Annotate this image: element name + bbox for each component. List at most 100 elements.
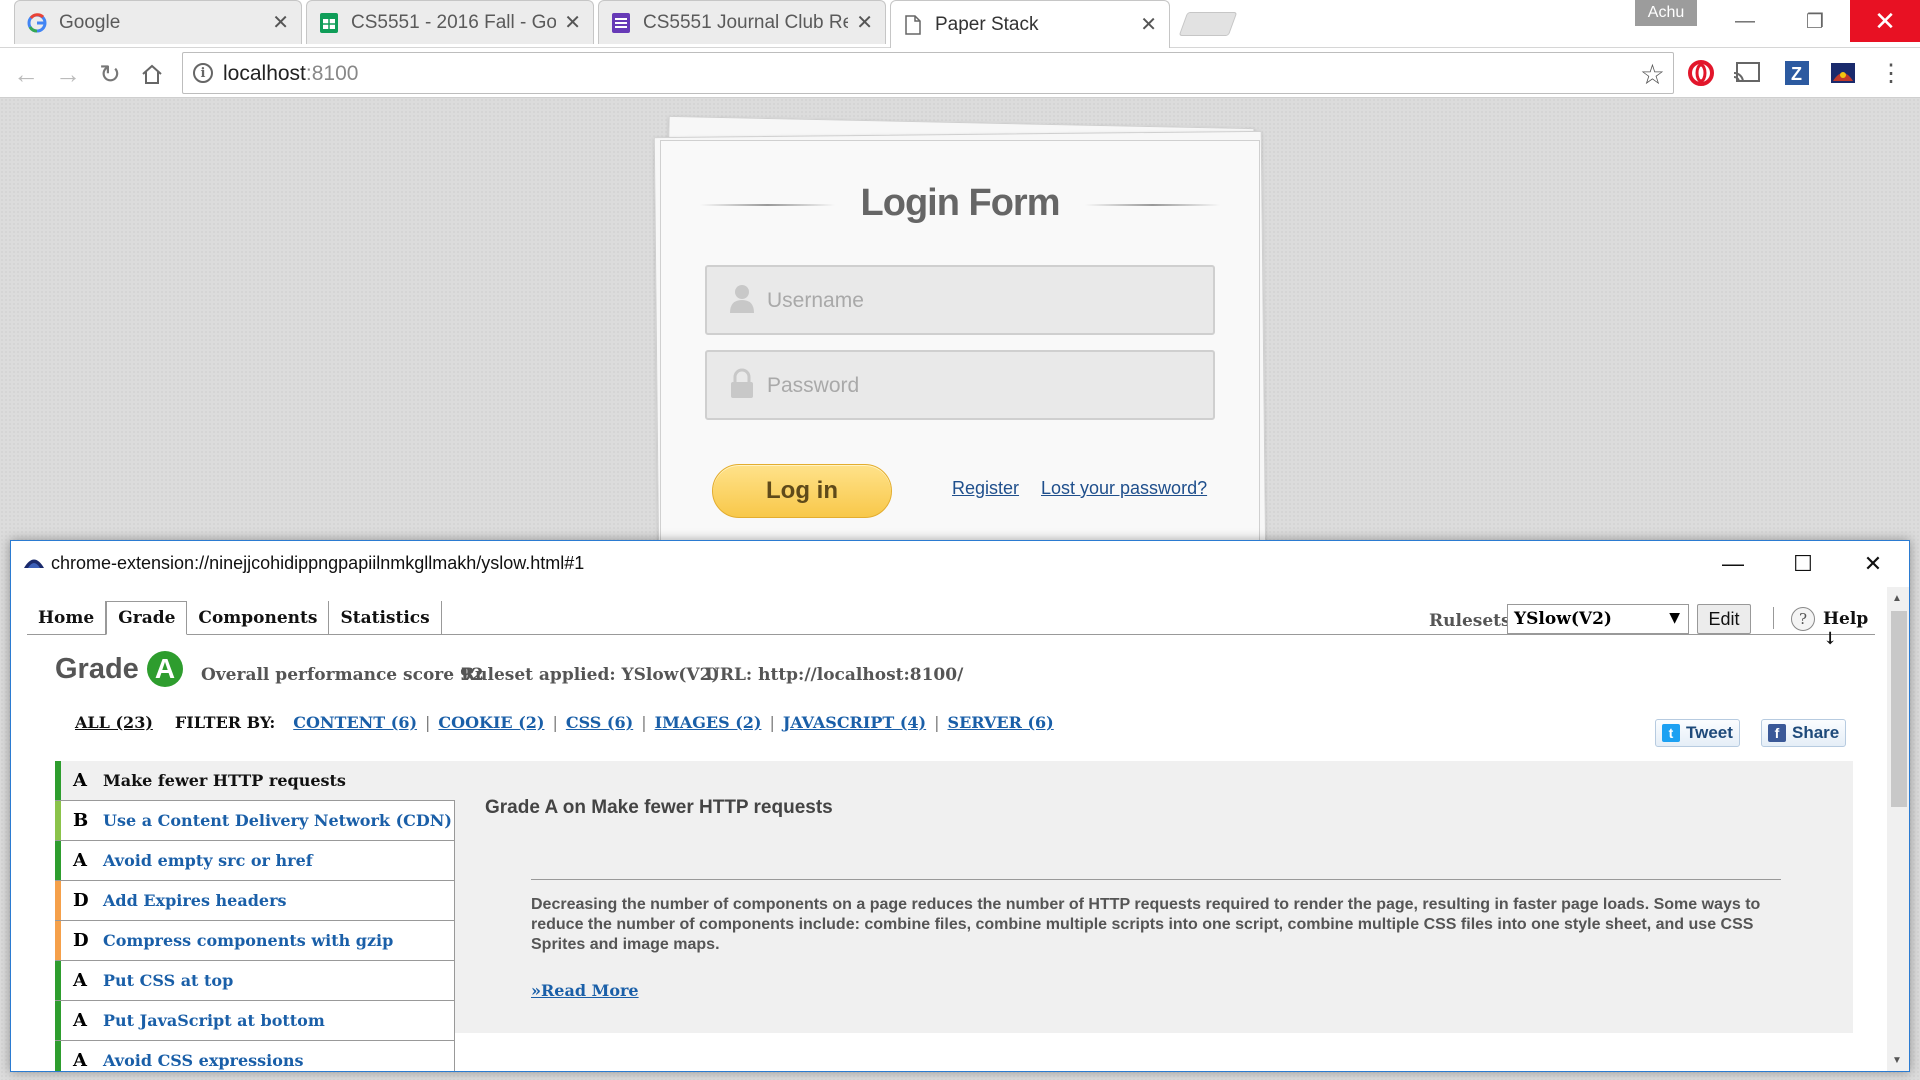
tab-title: CS5551 - 2016 Fall - Goo xyxy=(351,11,557,33)
tweet-button[interactable]: t Tweet xyxy=(1655,719,1740,747)
filter-server[interactable]: SERVER (6) xyxy=(948,713,1054,732)
profile-badge[interactable]: Achu xyxy=(1635,0,1697,26)
grade-color-bar xyxy=(55,881,61,920)
tab-title: Google xyxy=(59,11,121,33)
zotero-icon[interactable]: Z xyxy=(1782,58,1812,88)
rule-item[interactable]: D Add Expires headers xyxy=(55,881,455,921)
title-divider-right xyxy=(1085,204,1220,206)
tab-google[interactable]: Google ✕ xyxy=(14,0,302,44)
filter-label: FILTER BY: xyxy=(174,713,276,732)
close-tab-icon[interactable]: ✕ xyxy=(1140,12,1157,37)
yslow-tabs: Home Grade Components Statistics xyxy=(27,601,442,635)
grade-color-bar xyxy=(55,841,61,880)
rule-item[interactable]: A Make fewer HTTP requests xyxy=(55,761,455,801)
rule-grade: A xyxy=(73,850,87,871)
grade-heading: Grade xyxy=(55,653,139,685)
tab-divider xyxy=(27,634,1875,635)
filter-separator: | xyxy=(552,713,558,732)
yslow-window-url: chrome-extension://ninejjcohidippngpapii… xyxy=(51,553,585,573)
help-link[interactable]: Help ↓ xyxy=(1823,609,1887,649)
read-more-link[interactable]: »Read More xyxy=(531,981,639,1000)
password-field[interactable]: Password xyxy=(705,350,1215,420)
maximize-icon[interactable]: ☐ xyxy=(1773,545,1833,583)
close-tab-icon[interactable]: ✕ xyxy=(564,10,581,35)
close-window-icon[interactable]: ✕ xyxy=(1850,0,1920,42)
filter-content[interactable]: CONTENT (6) xyxy=(293,713,417,732)
edit-ruleset-button[interactable]: Edit xyxy=(1697,604,1751,634)
restore-icon[interactable]: ❐ xyxy=(1780,0,1850,42)
username-placeholder: Username xyxy=(767,289,864,312)
page-icon xyxy=(903,14,923,35)
minimize-icon[interactable]: — xyxy=(1703,545,1763,583)
filter-images[interactable]: IMAGES (2) xyxy=(655,713,762,732)
tab-sheets[interactable]: CS5551 - 2016 Fall - Goo ✕ xyxy=(306,0,594,44)
rule-item[interactable]: D Compress components with gzip xyxy=(55,921,455,961)
scrollbar-thumb[interactable] xyxy=(1891,611,1907,807)
site-info-icon[interactable]: i xyxy=(193,63,213,83)
lock-icon xyxy=(731,368,753,398)
filter-separator: | xyxy=(934,713,940,732)
tab-paper-stack[interactable]: Paper Stack ✕ xyxy=(890,0,1170,48)
menu-dots-icon[interactable]: ⋮ xyxy=(1876,58,1906,88)
login-button[interactable]: Log in xyxy=(712,464,892,518)
help-icon[interactable]: ? xyxy=(1791,607,1815,631)
filter-separator: | xyxy=(641,713,647,732)
bookmark-star-icon[interactable]: ☆ xyxy=(1640,58,1665,91)
rule-item[interactable]: B Use a Content Delivery Network (CDN) xyxy=(55,801,455,841)
lost-password-link[interactable]: Lost your password? xyxy=(1041,478,1207,499)
filter-css[interactable]: CSS (6) xyxy=(566,713,633,732)
username-field[interactable]: Username xyxy=(705,265,1215,335)
scroll-down-icon[interactable]: ▼ xyxy=(1892,1055,1902,1066)
opera-extension-icon[interactable] xyxy=(1686,58,1716,88)
tab-title: Paper Stack xyxy=(935,13,1039,35)
tab-statistics[interactable]: Statistics xyxy=(329,601,442,635)
filter-bar: ALL (23) FILTER BY: CONTENT (6) | COOKIE… xyxy=(75,713,1054,732)
back-arrow-icon[interactable]: ← xyxy=(8,56,44,92)
rule-item[interactable]: A Avoid empty src or href xyxy=(55,841,455,881)
reload-icon[interactable]: ↻ xyxy=(92,56,128,92)
rule-label: Put CSS at top xyxy=(103,971,234,990)
browser-titlebar: Google ✕ CS5551 - 2016 Fall - Goo ✕ CS55… xyxy=(0,0,1920,48)
tab-grade[interactable]: Grade xyxy=(106,601,188,635)
login-title: Login Form xyxy=(860,182,1061,224)
home-icon[interactable] xyxy=(134,56,170,92)
register-link[interactable]: Register xyxy=(952,478,1019,499)
tab-components[interactable]: Components xyxy=(187,601,330,635)
yslow-extension-icon[interactable] xyxy=(1828,58,1858,88)
close-window-icon[interactable]: ✕ xyxy=(1843,545,1903,583)
tab-title: CS5551 Journal Club Rep xyxy=(643,11,849,33)
vertical-scrollbar[interactable]: ▲ ▼ xyxy=(1887,587,1909,1071)
rule-grade: A xyxy=(73,1050,87,1071)
address-bar[interactable]: i localhost:8100 ☆ xyxy=(182,52,1674,94)
rule-item[interactable]: A Put JavaScript at bottom xyxy=(55,1001,455,1041)
rule-grade: A xyxy=(73,1010,87,1031)
rule-label: Make fewer HTTP requests xyxy=(103,771,346,790)
forward-arrow-icon[interactable]: → xyxy=(50,56,86,92)
detail-divider xyxy=(531,879,1781,880)
new-tab-button[interactable] xyxy=(1178,12,1238,36)
facebook-icon: f xyxy=(1768,724,1786,742)
filter-javascript[interactable]: JAVASCRIPT (4) xyxy=(783,713,926,732)
cast-icon[interactable] xyxy=(1732,58,1762,88)
grade-color-bar xyxy=(55,1001,61,1040)
rule-item[interactable]: A Avoid CSS expressions xyxy=(55,1041,455,1071)
rule-label: Use a Content Delivery Network (CDN) xyxy=(103,811,452,830)
tab-forms[interactable]: CS5551 Journal Club Rep ✕ xyxy=(598,0,886,44)
sheets-icon xyxy=(319,12,339,33)
scroll-up-icon[interactable]: ▲ xyxy=(1892,593,1902,604)
grade-color-bar xyxy=(55,961,61,1000)
rule-item[interactable]: A Put CSS at top xyxy=(55,961,455,1001)
close-tab-icon[interactable]: ✕ xyxy=(856,10,873,35)
detail-description: Decreasing the number of components on a… xyxy=(531,896,1761,953)
close-tab-icon[interactable]: ✕ xyxy=(272,10,289,35)
filter-cookie[interactable]: COOKIE (2) xyxy=(438,713,544,732)
minimize-icon[interactable]: — xyxy=(1710,0,1780,42)
filter-all[interactable]: ALL (23) xyxy=(75,713,153,732)
yslow-titlebar: chrome-extension://ninejjcohidippngpapii… xyxy=(11,541,1909,587)
share-button[interactable]: f Share xyxy=(1761,719,1847,747)
rulesets-select[interactable]: YSlow(V2) ▼ xyxy=(1507,604,1689,634)
tweet-label: Tweet xyxy=(1686,723,1733,742)
tab-home[interactable]: Home xyxy=(27,601,107,635)
title-divider-left xyxy=(700,204,835,206)
rule-grade: A xyxy=(73,970,87,991)
